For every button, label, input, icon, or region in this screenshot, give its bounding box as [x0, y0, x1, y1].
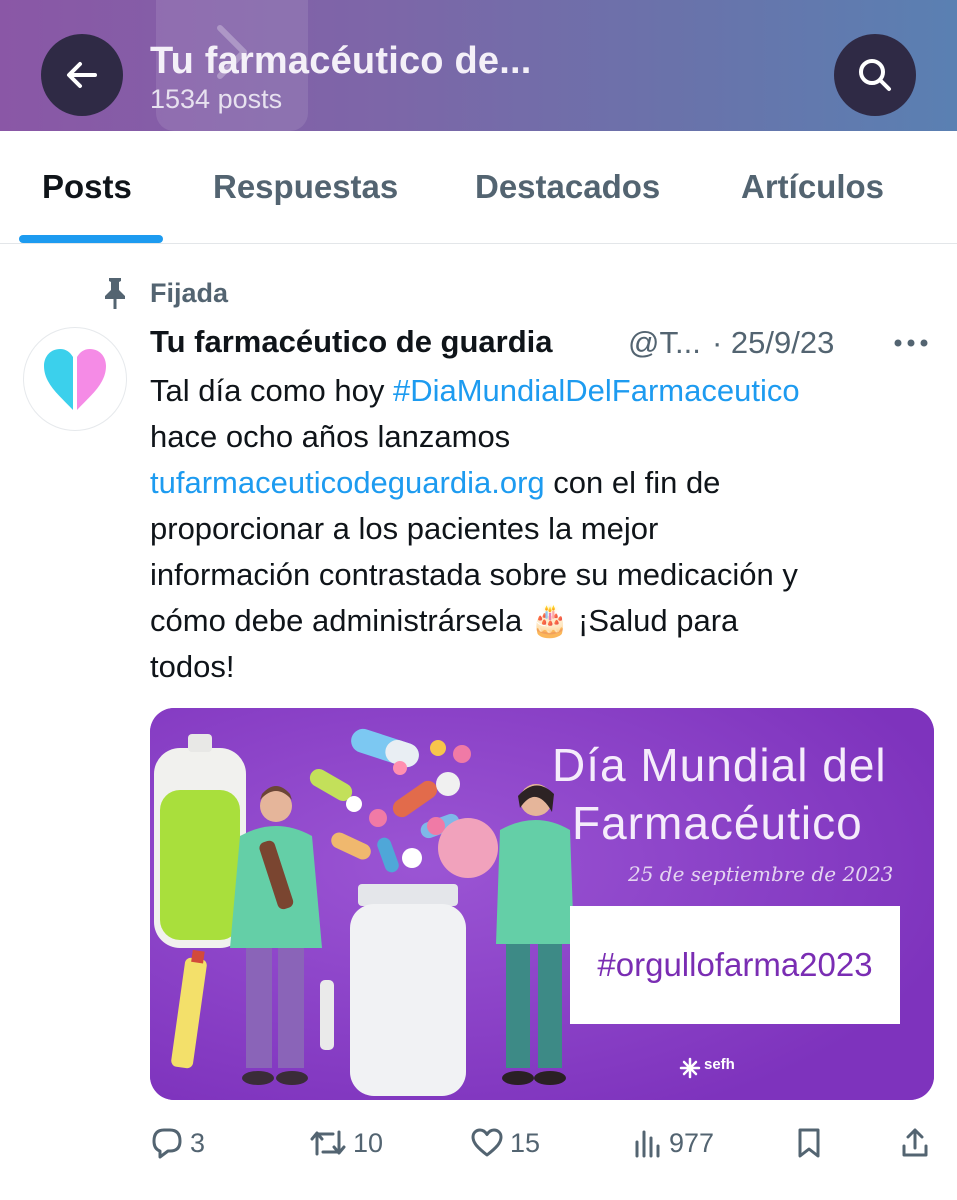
views-button[interactable]: 977 — [633, 1123, 714, 1163]
tweet-author-handle[interactable]: @T... — [628, 325, 701, 361]
profile-name-title: Tu farmacéutico de... — [150, 40, 532, 82]
more-options-icon[interactable] — [892, 336, 932, 350]
avatar[interactable] — [23, 327, 127, 431]
heart-icon — [471, 1128, 503, 1157]
tweet-text: Tal día como hoy #DiaMundialDelFarmaceut… — [150, 368, 940, 690]
bookmark-button[interactable] — [794, 1123, 824, 1163]
tweet-text-line: información contrastada sobre su medicac… — [150, 557, 798, 592]
tab-respuestas[interactable]: Respuestas — [213, 168, 398, 206]
tab-posts[interactable]: Posts — [42, 168, 132, 206]
tweet-text-segment: Tal día como hoy — [150, 373, 393, 408]
hashtag-link[interactable]: #DiaMundialDelFarmaceutico — [393, 373, 800, 408]
tweet-text-line: todos! — [150, 649, 235, 684]
retweet-button[interactable]: 10 — [309, 1123, 383, 1163]
sefh-logo: sefh — [704, 1056, 735, 1073]
tab-destacados[interactable]: Destacados — [475, 168, 660, 206]
media-title-line1: Día Mundial del — [552, 739, 887, 791]
media-title-line2: Farmacéutico — [572, 797, 863, 849]
back-button[interactable] — [41, 34, 123, 116]
tweet-author-name[interactable]: Tu farmacéutico de guardia — [150, 324, 553, 360]
search-icon — [859, 59, 891, 91]
tweet-text-line: cómo debe administrársela 🎂 ¡Salud para — [150, 598, 940, 644]
pin-icon — [105, 278, 125, 309]
bookmark-icon — [798, 1128, 820, 1158]
retweet-icon — [310, 1130, 346, 1156]
analytics-icon — [635, 1130, 660, 1158]
tweet-text-line: hace ocho años lanzamos — [150, 419, 511, 454]
media-date: 25 de septiembre de 2023 — [628, 862, 894, 886]
like-button[interactable]: 15 — [470, 1123, 540, 1163]
heart-logo-icon — [44, 349, 106, 410]
tweet-text-line: proporcionar a los pacientes la mejor — [150, 511, 659, 546]
tweet-date[interactable]: · 25/9/23 — [712, 325, 834, 361]
arrow-left-icon — [67, 62, 97, 88]
post-count: 1534 posts — [150, 84, 283, 114]
retweet-count: 10 — [353, 1127, 384, 1158]
tab-articulos[interactable]: Artículos — [741, 168, 884, 206]
birthday-cake-emoji: 🎂 — [530, 603, 570, 638]
media-hashtag: #orgullofarma2023 — [597, 946, 873, 983]
website-link[interactable]: tufarmaceuticodeguardia.org — [150, 465, 545, 500]
tweet-text-segment: ¡Salud para — [569, 603, 739, 638]
tweet-media-image[interactable]: Día Mundial del Farmacéutico 25 de septi… — [150, 708, 934, 1100]
reply-button[interactable]: 3 — [150, 1123, 205, 1163]
pinned-label: Fijada — [150, 278, 229, 308]
profile-tabs: Posts Respuestas Destacados Artículos — [0, 131, 957, 244]
reply-count: 3 — [190, 1127, 206, 1158]
search-button[interactable] — [834, 34, 916, 116]
tweet-text-line: Tal día como hoy #DiaMundialDelFarmaceut… — [150, 368, 940, 414]
tweet-text-segment: cómo debe administrársela — [150, 603, 531, 638]
views-count: 977 — [669, 1127, 715, 1158]
media-hashtag-box: #orgullofarma2023 — [570, 906, 900, 1024]
reply-icon — [152, 1128, 182, 1159]
tweet-text-segment: con el fin de — [544, 465, 721, 500]
active-tab-indicator — [19, 235, 163, 243]
share-icon — [902, 1128, 928, 1157]
tweet-text-line: tufarmaceuticodeguardia.org con el fin d… — [150, 460, 940, 506]
like-count: 15 — [510, 1127, 541, 1158]
profile-header: Tu farmacéutico de... 1534 posts — [0, 0, 957, 131]
share-button[interactable] — [900, 1123, 930, 1163]
